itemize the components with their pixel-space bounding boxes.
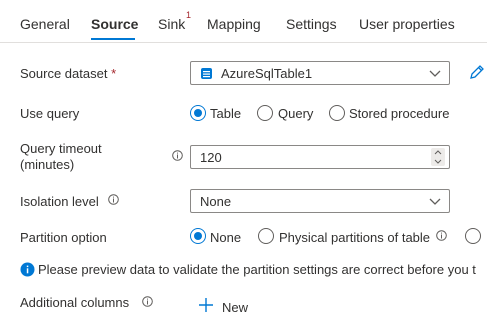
info-icon[interactable] [108, 194, 119, 205]
use-query-stored-procedure-label[interactable]: Stored procedure [349, 106, 449, 121]
stepper-down-icon[interactable] [434, 159, 442, 164]
tab-bar: General Source Sink 1 Mapping Settings U… [0, 0, 487, 43]
sink-error-badge: 1 [186, 10, 192, 20]
query-timeout-input[interactable]: 120 [190, 145, 450, 169]
info-filled-icon [20, 262, 35, 277]
isolation-level-label: Isolation level [20, 194, 99, 209]
query-timeout-stepper[interactable] [431, 148, 445, 166]
chevron-down-icon [429, 70, 441, 77]
partition-physical-label[interactable]: Physical partitions of table [279, 230, 430, 245]
partition-option-label: Partition option [20, 230, 107, 245]
source-dataset-label: Source dataset * [20, 66, 116, 81]
query-timeout-label-line1: Query timeout [20, 141, 102, 156]
tab-mapping[interactable]: Mapping [207, 16, 261, 32]
edit-pencil-icon[interactable] [468, 63, 486, 81]
query-timeout-label-line2: (minutes) [20, 157, 75, 172]
chevron-down-icon [429, 198, 441, 205]
source-dataset-label-text: Source dataset [20, 66, 108, 81]
tab-sink[interactable]: Sink [158, 16, 185, 32]
use-query-table-radio[interactable] [190, 105, 206, 121]
tab-source[interactable]: Source [91, 16, 138, 32]
tab-settings[interactable]: Settings [286, 16, 337, 32]
required-mark: * [111, 66, 117, 81]
partition-none-radio[interactable] [190, 228, 206, 244]
isolation-level-value: None [200, 194, 232, 209]
add-column-new-button[interactable]: New [198, 297, 258, 317]
partition-none-label[interactable]: None [210, 230, 241, 245]
additional-columns-label: Additional columns [20, 295, 130, 310]
source-dataset-dropdown[interactable]: AzureSqlTable1 [190, 61, 450, 85]
use-query-query-label[interactable]: Query [278, 106, 313, 121]
active-tab-indicator [91, 38, 135, 40]
tab-general[interactable]: General [20, 16, 70, 32]
isolation-level-dropdown[interactable]: None [190, 189, 450, 213]
info-icon[interactable] [172, 150, 183, 161]
use-query-query-radio[interactable] [257, 105, 273, 121]
plus-icon [199, 298, 213, 312]
stepper-up-icon[interactable] [434, 150, 442, 155]
partition-dynamic-range-radio[interactable] [465, 228, 481, 244]
use-query-label: Use query [20, 106, 80, 121]
tab-user-properties[interactable]: User properties [359, 16, 455, 32]
query-timeout-value: 120 [200, 150, 222, 165]
source-dataset-value: AzureSqlTable1 [221, 66, 313, 81]
use-query-table-label[interactable]: Table [210, 106, 241, 121]
partition-info-message: Please preview data to validate the part… [38, 262, 476, 277]
info-icon[interactable] [436, 230, 447, 241]
new-button-label: New [222, 300, 249, 315]
info-icon[interactable] [142, 296, 153, 307]
partition-physical-radio[interactable] [258, 228, 274, 244]
sql-table-icon [201, 68, 212, 79]
use-query-stored-procedure-radio[interactable] [329, 105, 345, 121]
